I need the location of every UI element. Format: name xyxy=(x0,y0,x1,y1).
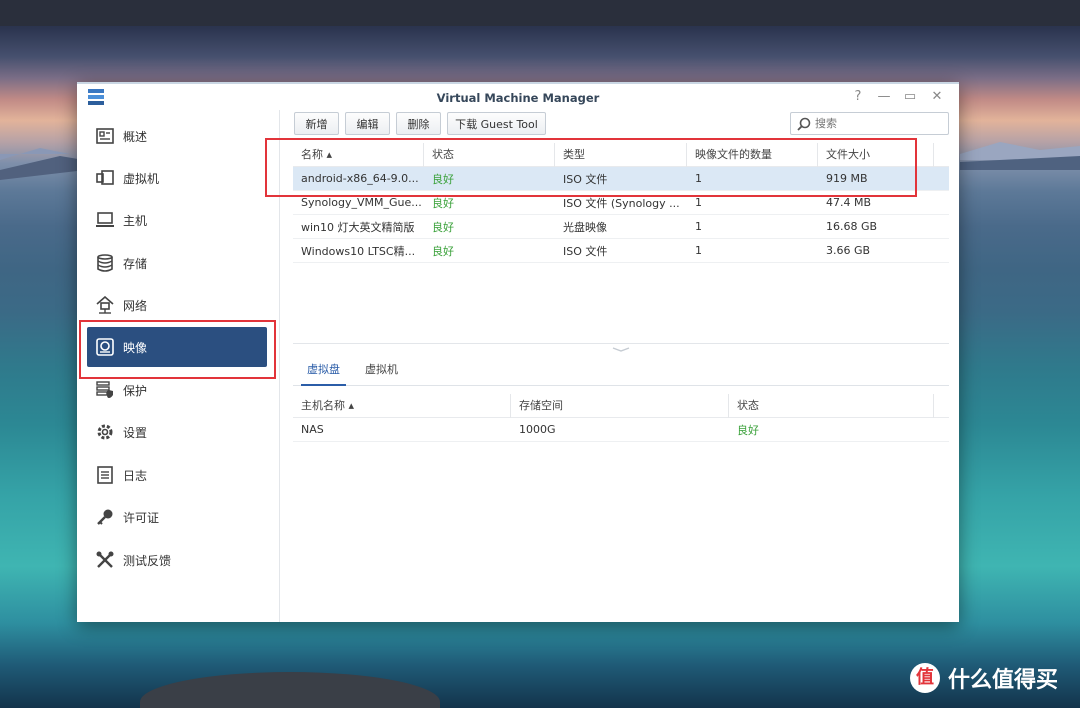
sidebar-item-label: 许可证 xyxy=(123,510,160,525)
watermark: 值 什么值得买 xyxy=(910,662,1058,694)
sidebar-item-label: 虚拟机 xyxy=(123,171,160,186)
key-icon xyxy=(95,507,115,527)
tab-virtual-machine[interactable]: 虚拟机 xyxy=(359,358,404,386)
col-header-spacer xyxy=(934,394,949,418)
edit-button[interactable]: 编辑 xyxy=(345,112,390,135)
chevron-down-icon xyxy=(612,347,630,352)
col-header-spacer xyxy=(934,143,949,167)
titlebar: Virtual Machine Manager ? — ▭ ✕ xyxy=(77,82,959,110)
detail-tabs: 虚拟盘 虚拟机 xyxy=(293,358,949,386)
search-input[interactable] xyxy=(815,117,935,130)
search-box[interactable] xyxy=(790,112,949,135)
sidebar-item-host[interactable]: 主机 xyxy=(87,200,267,240)
minimize-icon[interactable]: — xyxy=(876,89,892,105)
log-icon xyxy=(95,465,115,485)
cell-status: 良好 xyxy=(737,423,759,437)
cell-file-size: 47.4 MB xyxy=(826,196,872,209)
cell-host-name: NAS xyxy=(301,423,324,436)
table-row[interactable]: Windows10 LTSC精... 良好 ISO 文件 1 3.66 GB xyxy=(293,239,949,263)
sidebar-item-overview[interactable]: 概述 xyxy=(87,116,267,156)
desktop-rock xyxy=(140,672,440,708)
col-header-status[interactable]: 状态 xyxy=(729,393,934,418)
cell-file-count: 1 xyxy=(695,220,702,233)
sidebar-item-label: 日志 xyxy=(123,468,148,483)
new-button[interactable]: 新增 xyxy=(294,112,339,135)
sidebar-item-virtual-machine[interactable]: 虚拟机 xyxy=(87,158,267,198)
cell-name: Windows10 LTSC精... xyxy=(301,244,416,258)
download-guest-tool-button[interactable]: 下载 Guest Tool xyxy=(447,112,546,135)
disk-table: 主机名称 ▴ 存储空间 状态 NAS 1000G 良好 xyxy=(293,393,949,442)
cell-status: 良好 xyxy=(432,244,454,258)
delete-button[interactable]: 删除 xyxy=(396,112,441,135)
sidebar-item-label: 概述 xyxy=(123,129,148,144)
table-row[interactable]: NAS 1000G 良好 xyxy=(293,418,949,442)
cell-file-size: 3.66 GB xyxy=(826,244,871,257)
desktop-top-band xyxy=(0,0,1080,26)
sidebar-item-settings[interactable]: 设置 xyxy=(87,412,267,452)
sidebar-item-label: 设置 xyxy=(123,425,148,440)
cell-name: Synology_VMM_Gue... xyxy=(301,196,422,209)
cell-file-count: 1 xyxy=(695,196,702,209)
cell-file-count: 1 xyxy=(695,244,702,257)
cell-status: 良好 xyxy=(432,220,454,234)
sidebar-item-log[interactable]: 日志 xyxy=(87,455,267,495)
close-icon[interactable]: ✕ xyxy=(929,89,945,105)
watermark-badge: 值 xyxy=(910,663,940,693)
sidebar-item-storage[interactable]: 存储 xyxy=(87,243,267,283)
protection-icon xyxy=(95,380,115,400)
highlight-box-table xyxy=(265,138,917,197)
virtual-machine-icon xyxy=(95,168,115,188)
sidebar-item-label: 测试反馈 xyxy=(123,553,172,568)
sidebar-item-label: 主机 xyxy=(123,213,148,228)
sidebar-item-network[interactable]: 网络 xyxy=(87,285,267,325)
table-row[interactable]: win10 灯大英文精简版 良好 光盘映像 1 16.68 GB xyxy=(293,215,949,239)
tools-icon xyxy=(95,550,115,570)
gear-icon xyxy=(95,422,115,442)
network-icon xyxy=(95,295,115,315)
search-icon xyxy=(797,117,811,131)
sidebar-item-license[interactable]: 许可证 xyxy=(87,497,267,537)
overview-icon xyxy=(95,126,115,146)
maximize-icon[interactable]: ▭ xyxy=(902,89,918,105)
sidebar-item-label: 网络 xyxy=(123,298,148,313)
tab-virtual-disk[interactable]: 虚拟盘 xyxy=(301,358,346,386)
sidebar-item-feedback[interactable]: 测试反馈 xyxy=(87,540,267,580)
table-header: 主机名称 ▴ 存储空间 状态 xyxy=(293,393,949,418)
host-icon xyxy=(95,210,115,230)
watermark-text: 什么值得买 xyxy=(948,668,1059,693)
sidebar-item-label: 保护 xyxy=(123,383,148,398)
col-header-host-name[interactable]: 主机名称 ▴ xyxy=(293,393,511,418)
pane-splitter[interactable] xyxy=(293,343,949,352)
highlight-box-sidebar xyxy=(79,320,276,379)
storage-icon xyxy=(95,253,115,273)
cell-type: ISO 文件 xyxy=(563,244,608,258)
cell-type: 光盘映像 xyxy=(563,220,607,234)
sidebar-item-label: 存储 xyxy=(123,256,148,271)
cell-storage-space: 1000G xyxy=(519,423,556,436)
window-title: Virtual Machine Manager xyxy=(436,91,600,105)
col-header-storage-space[interactable]: 存储空间 xyxy=(511,393,729,418)
help-icon[interactable]: ? xyxy=(850,89,866,105)
cell-file-size: 16.68 GB xyxy=(826,220,878,233)
cell-name: win10 灯大英文精简版 xyxy=(301,220,415,234)
